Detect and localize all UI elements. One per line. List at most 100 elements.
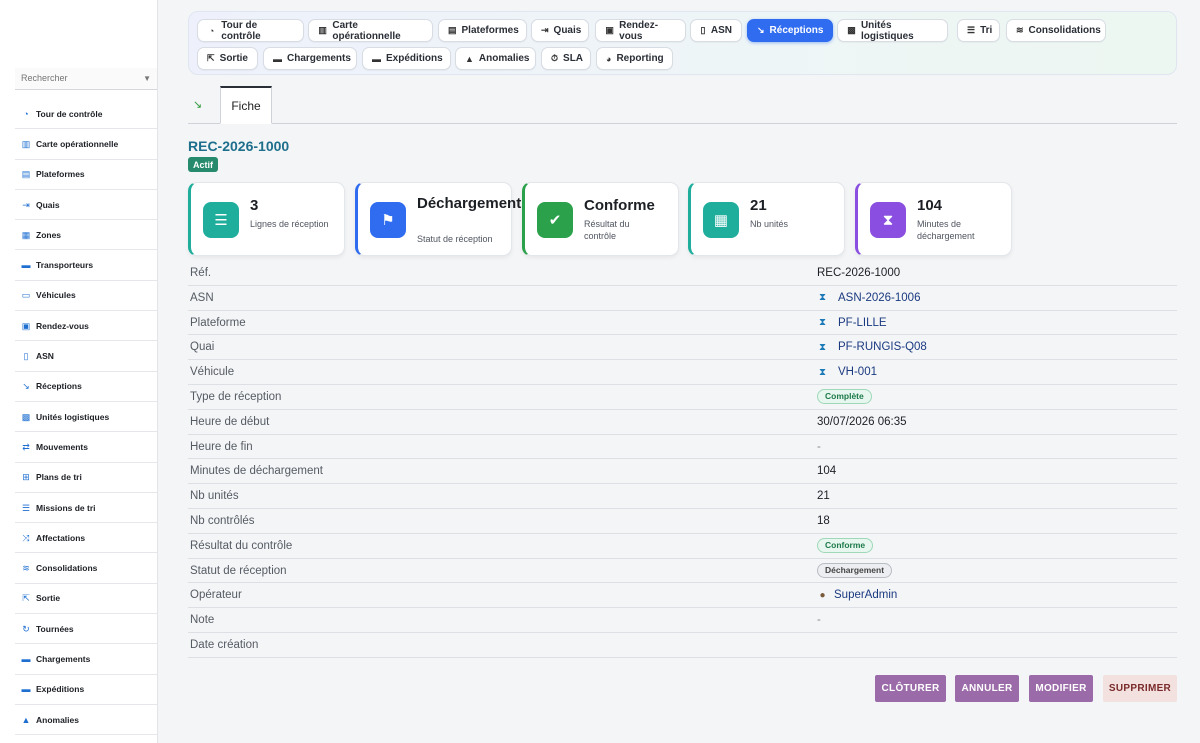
sidebar-item[interactable]: ▬ Expéditions: [15, 675, 157, 705]
sidebar-item[interactable]: ▲ Anomalies: [15, 705, 157, 736]
nav-pill[interactable]: ◕ Reporting: [596, 47, 673, 70]
sidebar-item-label: Transporteurs: [36, 260, 94, 271]
sidebar-item[interactable]: ↘ Réceptions: [15, 372, 157, 402]
detail-link-text[interactable]: PF-LILLE: [838, 317, 887, 329]
nav-pill[interactable]: ≋ Consolidations: [1006, 19, 1106, 42]
detail-row: Véhicule ⧗ VH-001: [188, 360, 1177, 385]
sidebar-item[interactable]: ▩ Unités logistiques: [15, 402, 157, 433]
detail-key: Opérateur: [190, 589, 242, 602]
nav-pill-label: Unités logistiques: [860, 19, 914, 42]
sidebar-item-label: Tournées: [36, 623, 74, 634]
sidebar-item[interactable]: ◔ Tour de contrôle: [15, 99, 157, 130]
chevron-down-icon[interactable]: ▼: [143, 74, 151, 83]
operator-link[interactable]: SuperAdmin: [834, 589, 897, 601]
detail-link[interactable]: ⧗ ASN-2026-1006: [817, 292, 921, 304]
summary-card: ⚑ Déchargement Statut de réception: [355, 182, 521, 256]
nav-pill[interactable]: ☰ Tri: [957, 19, 1000, 42]
nav-pill[interactable]: ▣ Rendez-vous: [595, 19, 686, 42]
nav-pill[interactable]: ↘ Réceptions: [747, 19, 833, 42]
delete-button[interactable]: SUPPRIMER: [1103, 675, 1177, 702]
sidebar-item[interactable]: ▥ Carte opérationnelle: [15, 129, 157, 160]
detail-link[interactable]: ⧗ PF-RUNGIS-Q08: [817, 341, 927, 353]
sidebar-item[interactable]: ⊞ Plans de tri: [15, 463, 157, 493]
detail-value: Déchargement: [817, 562, 893, 578]
card-label: Nb unités: [750, 219, 789, 229]
sidebar-item[interactable]: ▯ ASN: [15, 341, 157, 372]
nav-pill-label: Plateformes: [461, 25, 519, 36]
dashboard-icon: ◔: [23, 108, 29, 119]
sidebar-item[interactable]: ⇥ Quais: [15, 190, 157, 221]
sidebar-item[interactable]: ▦ Zones: [15, 220, 157, 251]
list-icon: ☰: [967, 25, 976, 35]
detail-row: Nb contrôlés 18: [188, 509, 1177, 534]
warehouse-icon: ▤: [448, 25, 457, 35]
sidebar-item[interactable]: ⤨ Affectations: [15, 523, 157, 554]
detail-value: 21: [817, 490, 830, 503]
dolly-icon[interactable]: ↘: [193, 98, 202, 111]
grid-icon: ▦: [21, 229, 31, 240]
card-value: Conforme: [584, 197, 655, 214]
nav-pill[interactable]: ⏱ SLA: [541, 47, 591, 70]
nav-pill[interactable]: ▬ Expéditions: [362, 47, 451, 70]
nav-pill[interactable]: ▥ Carte opérationnelle: [308, 19, 433, 42]
nav-pill-label: SLA: [563, 53, 584, 64]
detail-value: Complète: [817, 388, 872, 404]
dolly-icon: ↘: [757, 25, 765, 35]
edit-button[interactable]: MODIFIER: [1029, 675, 1093, 702]
sidebar-item[interactable]: ↻ Tournées: [15, 614, 157, 645]
detail-key: Quai: [190, 341, 215, 354]
sidebar-item[interactable]: ▬ Transporteurs: [15, 250, 157, 281]
nav-pill[interactable]: ▯ ASN: [690, 19, 742, 42]
nav-pill[interactable]: ▲ Anomalies: [455, 47, 536, 70]
detail-row: Note -: [188, 608, 1177, 633]
sidebar-search[interactable]: ▼: [15, 68, 157, 90]
detail-link[interactable]: ⧗ VH-001: [817, 366, 877, 378]
sidebar-item[interactable]: ▭ Véhicules: [15, 281, 157, 312]
nav-pill-label: Sortie: [219, 53, 248, 64]
sidebar-item[interactable]: ☰ Missions de tri: [15, 493, 157, 524]
nav-pill[interactable]: ▤ Plateformes: [438, 19, 527, 42]
detail-row: Minutes de déchargement 104: [188, 459, 1177, 485]
sidebar-item[interactable]: ▤ Plateformes: [15, 160, 157, 190]
search-input[interactable]: [21, 73, 131, 83]
close-button[interactable]: CLÔTURER: [875, 675, 946, 702]
sidebar-item[interactable]: ▣ Rendez-vous: [15, 311, 157, 342]
detail-key: Nb contrôlés: [190, 514, 255, 527]
hourglass-icon: ⧗: [818, 366, 827, 378]
detail-link-text[interactable]: ASN-2026-1006: [838, 292, 920, 304]
detail-link-text[interactable]: VH-001: [838, 366, 877, 378]
card-label: Minutes de déchargement: [917, 219, 975, 241]
sidebar-item-label: Missions de tri: [36, 502, 96, 513]
pallet-icon: ▦: [703, 202, 739, 238]
sidebar-item[interactable]: ≋ Consolidations: [15, 553, 157, 584]
nav-pill-label: Réceptions: [769, 25, 824, 36]
flag-icon: ⚑: [370, 202, 406, 238]
detail-link[interactable]: ⧗ PF-LILLE: [817, 317, 887, 329]
sidebar-item-label: Unités logistiques: [36, 411, 110, 422]
nav-pill[interactable]: ◔ Tour de contrôle: [197, 19, 304, 42]
list-icon: ☰: [203, 202, 239, 238]
pie-chart-icon: ◕: [606, 53, 612, 64]
sidebar: ▼ ◔ Tour de contrôle ▥ Carte opérationnelle…: [0, 0, 158, 743]
calendar-icon: ▣: [605, 25, 614, 35]
tab-bar: ↘ Fiche: [188, 86, 1177, 124]
tab-fiche[interactable]: Fiche: [220, 86, 272, 124]
nav-pill[interactable]: ▩ Unités logistiques: [837, 19, 948, 42]
nav-pill[interactable]: ⇱ Sortie: [197, 47, 258, 70]
detail-link-text[interactable]: PF-RUNGIS-Q08: [838, 341, 927, 353]
truck-loading-icon: ▬: [273, 53, 282, 64]
sidebar-item-label: Réceptions: [36, 381, 82, 392]
sidebar-item[interactable]: ⇄ Mouvements: [15, 432, 157, 463]
detail-row: Réf. REC-2026-1000: [188, 261, 1177, 286]
calendar-icon: ▣: [21, 320, 31, 331]
sidebar-item[interactable]: ⇱ Sortie: [15, 584, 157, 615]
hourglass-icon: ⧗: [818, 292, 827, 304]
card-label: Résultat du contrôle: [584, 219, 630, 241]
sidebar-item[interactable]: ▬ Chargements: [15, 644, 157, 675]
card-value: 21: [750, 197, 767, 214]
detail-row: Type de réception Complète: [188, 385, 1177, 410]
cancel-button[interactable]: ANNULER: [955, 675, 1019, 702]
nav-pill[interactable]: ▬ Chargements: [263, 47, 357, 70]
nav-pill[interactable]: ⇥ Quais: [531, 19, 589, 42]
detail-table: Réf. REC-2026-1000 ASN ⧗ ASN-2026-1006 Platef…: [188, 261, 1177, 658]
